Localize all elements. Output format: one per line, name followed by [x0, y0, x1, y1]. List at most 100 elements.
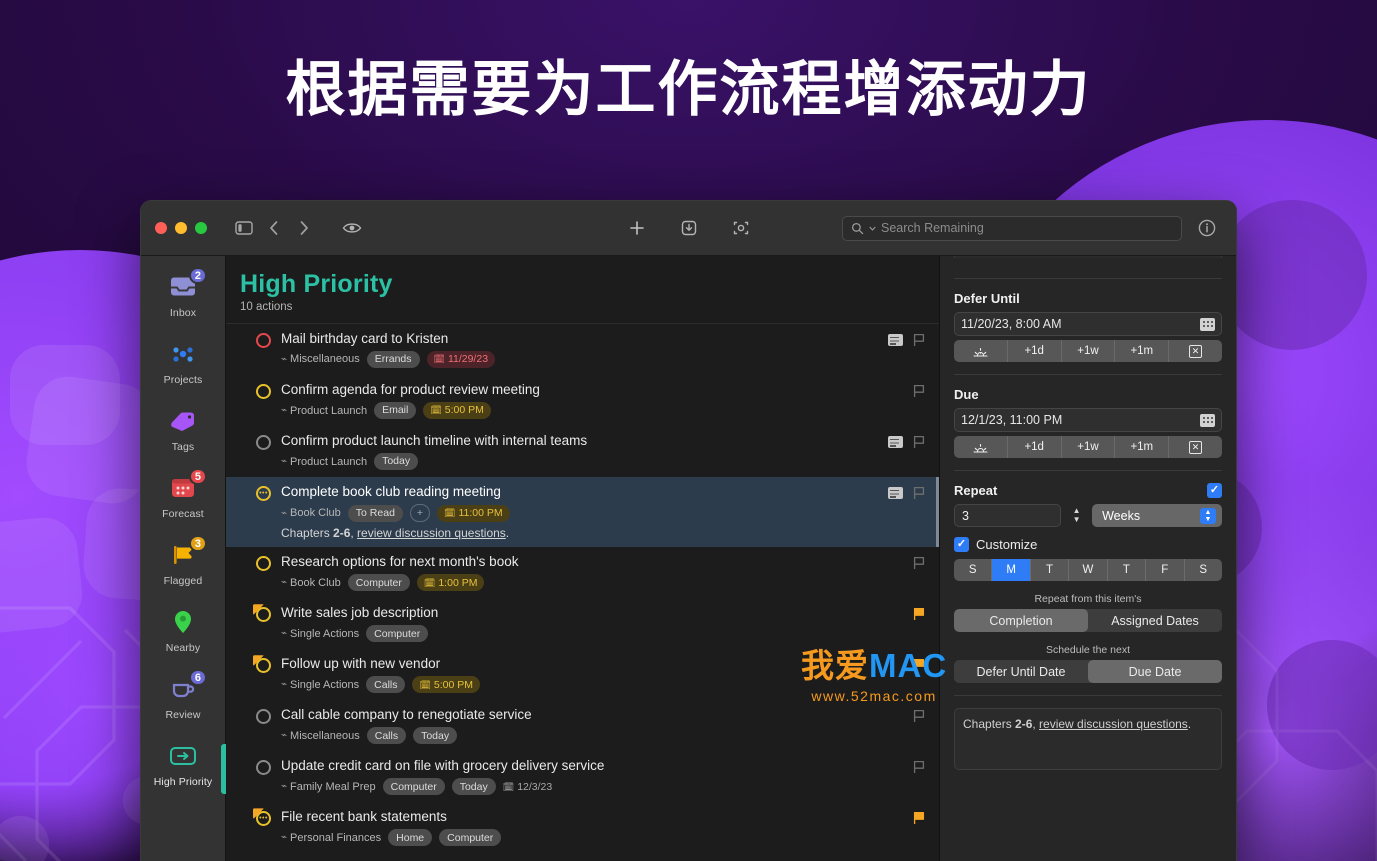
sidebar-item-tags[interactable]: Tags [141, 401, 226, 468]
task-status-circle[interactable] [256, 333, 271, 348]
flag-icon[interactable] [913, 333, 925, 347]
note-icon[interactable] [888, 487, 903, 500]
flag-icon[interactable] [913, 486, 925, 500]
weekday-thu[interactable]: T [1108, 559, 1147, 581]
sidebar-item-projects[interactable]: Projects [141, 334, 226, 401]
due-field[interactable]: 12/1/23, 11:00 PM [954, 408, 1222, 432]
inbox-icon[interactable] [674, 215, 704, 241]
weekday-sun[interactable]: S [954, 559, 993, 581]
task-row[interactable]: Follow up with new vendor ⌁ Single Actions… [226, 649, 939, 700]
calendar-picker-icon[interactable] [1200, 317, 1215, 331]
note-link[interactable]: review discussion questions [357, 526, 506, 540]
task-body: Mail birthday card to Kristen ⌁ Miscellane… [281, 331, 878, 369]
sidebar-toggle-icon[interactable] [229, 215, 259, 241]
zoom-button[interactable] [195, 222, 207, 234]
task-status-circle[interactable] [256, 556, 271, 572]
sidebar-item-forecast[interactable]: 5 Forecast [141, 468, 226, 535]
close-button[interactable] [155, 222, 167, 234]
sidebar-item-high-priority[interactable]: High Priority [141, 736, 226, 803]
search-input[interactable] [881, 221, 1173, 235]
customize-checkbox[interactable]: ✓ [954, 537, 969, 552]
task-row[interactable]: Confirm agenda for product review meetin… [226, 375, 939, 426]
task-row[interactable]: Mail birthday card to Kristen ⌁ Miscellane… [226, 324, 939, 375]
note-icon[interactable] [888, 436, 903, 449]
sidebar-item-nearby[interactable]: Nearby [141, 602, 226, 669]
schedule-due-date-option[interactable]: Due Date [1088, 660, 1222, 683]
calendar-picker-icon[interactable] [1200, 413, 1215, 427]
sidebar-item-review[interactable]: 6 Review [141, 669, 226, 736]
task-status-circle[interactable] [256, 760, 271, 776]
sidebar-item-inbox[interactable]: 2 Inbox [141, 267, 226, 334]
defer-plus-1w-button[interactable]: +1w [1062, 340, 1116, 362]
task-row[interactable]: Confirm product launch timeline with int… [226, 426, 939, 477]
task-status-circle[interactable] [256, 384, 271, 400]
defer-clear-button[interactable]: ✕ [1169, 340, 1222, 362]
defer-plus-1m-button[interactable]: +1m [1115, 340, 1170, 362]
task-row[interactable]: Research options for next month's book ⌁ B… [226, 547, 939, 598]
repeat-checkbox[interactable]: ✓ [1207, 483, 1222, 498]
inspector-note-field[interactable]: Chapters 2-6, review discussion question… [954, 708, 1222, 770]
customize-row[interactable]: ✓ Customize [954, 537, 1222, 552]
repeat-interval-input[interactable]: 3 [954, 504, 1062, 527]
task-row[interactable]: Write sales job description ⌁ Single Actio… [226, 598, 939, 649]
note-icon[interactable] [888, 334, 903, 346]
sidebar-item-flagged[interactable]: 3 Flagged [141, 535, 226, 602]
defer-sunrise-button[interactable] [954, 340, 1008, 362]
repeat-from-completion-option[interactable]: Completion [954, 609, 1088, 632]
repeat-interval-stepper[interactable]: ▲ ▼ [1069, 504, 1084, 527]
repeat-from-assigned-dates-option[interactable]: Assigned Dates [1088, 609, 1222, 632]
defer-until-field[interactable]: 11/20/23, 8:00 AM [954, 312, 1222, 336]
task-list[interactable]: Mail birthday card to Kristen ⌁ Miscellane… [226, 324, 939, 861]
schedule-defer-until-date-option[interactable]: Defer Until Date [954, 660, 1088, 683]
flag-icon[interactable] [913, 556, 925, 570]
weekday-tue[interactable]: T [1031, 559, 1070, 581]
info-icon[interactable] [1192, 215, 1222, 241]
add-button[interactable] [622, 215, 652, 241]
flag-icon[interactable] [913, 384, 925, 398]
stepper-down-icon[interactable]: ▼ [1073, 516, 1081, 524]
task-row[interactable]: ••• Complete book club reading meeting ⌁ Bo… [226, 477, 939, 548]
task-row[interactable]: Update credit card on file with grocery … [226, 751, 939, 802]
weekday-fri[interactable]: F [1146, 559, 1185, 581]
perspective-title: High Priority [240, 270, 393, 298]
task-status-circle[interactable]: ••• [253, 808, 271, 827]
due-sunrise-button[interactable] [954, 436, 1008, 458]
task-status-circle[interactable] [256, 435, 271, 451]
due-plus-1d-button[interactable]: +1d [1008, 436, 1062, 458]
task-status-circle[interactable]: ••• [256, 486, 271, 502]
weekday-mon[interactable]: M [992, 559, 1031, 581]
task-status-circle[interactable] [256, 709, 271, 725]
stepper-up-icon[interactable]: ▲ [1073, 507, 1081, 515]
flag-icon[interactable] [913, 607, 925, 621]
task-status-circle[interactable] [253, 655, 271, 674]
flag-icon[interactable] [913, 709, 925, 723]
forward-chevron-icon[interactable] [289, 215, 319, 241]
repeat-unit-select[interactable]: Weeks ▲ ▼ [1092, 504, 1222, 527]
back-chevron-icon[interactable] [259, 215, 289, 241]
due-plus-1m-button[interactable]: +1m [1115, 436, 1170, 458]
task-status-circle[interactable] [253, 604, 271, 623]
task-row[interactable]: Call cable company to renegotiate servic… [226, 700, 939, 751]
flag-icon[interactable] [913, 811, 925, 825]
flag-icon[interactable] [913, 760, 925, 774]
chevron-down-icon[interactable] [869, 226, 876, 231]
flag-icon[interactable] [913, 658, 925, 672]
focus-icon[interactable] [726, 215, 756, 241]
add-tag-button[interactable]: + [409, 504, 431, 523]
task-body: Complete book club reading meeting ⌁ Book … [281, 484, 878, 540]
due-clear-button[interactable]: ✕ [1169, 436, 1222, 458]
note-text-link[interactable]: review discussion questions [1039, 717, 1188, 731]
task-row-actions [888, 433, 925, 449]
tag-icon [165, 406, 201, 436]
task-row[interactable]: ••• File recent bank statements ⌁ Personal … [226, 802, 939, 853]
weekday-sat[interactable]: S [1185, 559, 1222, 581]
eye-icon[interactable] [337, 215, 367, 241]
search-field[interactable] [842, 215, 1182, 241]
task-note: Chapters 2-6, review discussion question… [281, 526, 878, 540]
due-plus-1w-button[interactable]: +1w [1062, 436, 1116, 458]
minimize-button[interactable] [175, 222, 187, 234]
sidebar-item-label: Projects [163, 374, 203, 386]
defer-plus-1d-button[interactable]: +1d [1008, 340, 1062, 362]
flag-icon[interactable] [913, 435, 925, 449]
weekday-wed[interactable]: W [1069, 559, 1108, 581]
